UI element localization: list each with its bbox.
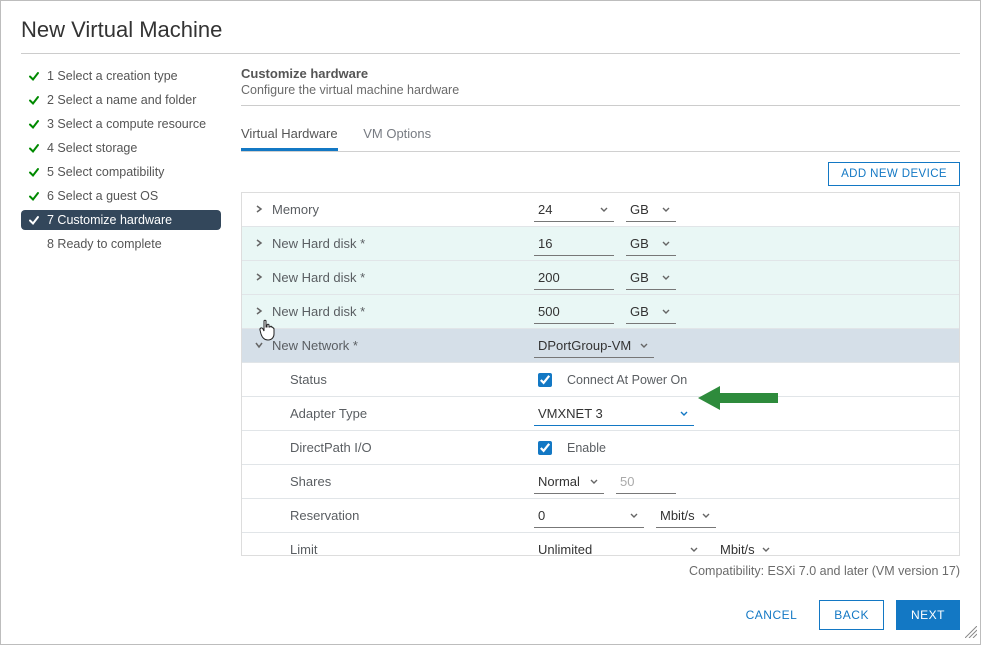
dialog-footer: CANCEL BACK NEXT xyxy=(21,600,960,630)
dialog-title: New Virtual Machine xyxy=(21,17,960,43)
step-compute-resource[interactable]: 3 Select a compute resource xyxy=(21,114,221,134)
network-label: New Network * xyxy=(272,338,358,353)
check-icon xyxy=(27,190,41,202)
step-guest-os[interactable]: 6 Select a guest OS xyxy=(21,186,221,206)
wizard-steps: 1 Select a creation type 2 Select a name… xyxy=(21,66,221,578)
check-icon xyxy=(27,94,41,106)
disk-size-input[interactable] xyxy=(534,300,614,324)
chevron-down-icon[interactable] xyxy=(254,340,266,352)
disk-unit-select[interactable] xyxy=(626,300,676,324)
hard-disk-row: New Hard disk * xyxy=(242,227,959,261)
directpath-checkbox[interactable] xyxy=(538,441,552,455)
panel-title: Customize hardware xyxy=(241,66,960,81)
disk-unit-select[interactable] xyxy=(626,266,676,290)
step-ready-complete[interactable]: 8 Ready to complete xyxy=(21,234,221,254)
check-icon xyxy=(27,70,41,82)
memory-row: Memory xyxy=(242,193,959,227)
main-panel: Customize hardware Configure the virtual… xyxy=(241,66,960,578)
tabs: Virtual Hardware VM Options xyxy=(241,118,960,152)
divider xyxy=(241,105,960,106)
connect-poweron-label: Connect At Power On xyxy=(567,373,687,387)
compatibility-text: Compatibility: ESXi 7.0 and later (VM ve… xyxy=(241,564,960,578)
chevron-right-icon[interactable] xyxy=(254,204,266,216)
panel-subtitle: Configure the virtual machine hardware xyxy=(241,83,960,97)
disk-size-input[interactable] xyxy=(534,266,614,290)
step-label: 6 Select a guest OS xyxy=(47,189,158,203)
limit-label: Limit xyxy=(290,542,317,556)
reservation-label: Reservation xyxy=(290,508,359,523)
tab-virtual-hardware[interactable]: Virtual Hardware xyxy=(241,118,338,151)
hard-disk-row: New Hard disk * xyxy=(242,261,959,295)
check-icon xyxy=(27,166,41,178)
memory-unit-select[interactable] xyxy=(626,198,676,222)
shares-level-input xyxy=(616,470,676,494)
reservation-input[interactable] xyxy=(534,504,644,528)
toolbar: ADD NEW DEVICE xyxy=(241,162,960,186)
disk-label: New Hard disk * xyxy=(272,236,365,251)
shares-row: Shares xyxy=(242,465,959,499)
step-label: 5 Select compatibility xyxy=(47,165,164,179)
reservation-row: Reservation xyxy=(242,499,959,533)
limit-input[interactable] xyxy=(534,538,704,557)
check-icon xyxy=(27,118,41,130)
reservation-unit-select[interactable] xyxy=(656,504,716,528)
chevron-right-icon[interactable] xyxy=(254,272,266,284)
step-label: 1 Select a creation type xyxy=(47,69,178,83)
step-label: 4 Select storage xyxy=(47,141,137,155)
step-label: 8 Ready to complete xyxy=(47,237,162,251)
status-label: Status xyxy=(290,372,327,387)
tab-vm-options[interactable]: VM Options xyxy=(363,118,431,151)
directpath-row: DirectPath I/O Enable xyxy=(242,431,959,465)
step-label: 7 Customize hardware xyxy=(47,213,172,227)
adapter-type-label: Adapter Type xyxy=(290,406,367,421)
check-icon xyxy=(27,214,41,226)
directpath-label: DirectPath I/O xyxy=(290,440,372,455)
adapter-type-row: Adapter Type xyxy=(242,397,959,431)
hard-disk-row: New Hard disk * xyxy=(242,295,959,329)
adapter-type-select[interactable] xyxy=(534,402,694,426)
back-button[interactable]: BACK xyxy=(819,600,884,630)
shares-select[interactable] xyxy=(534,470,604,494)
cancel-button[interactable]: CANCEL xyxy=(736,600,808,630)
disk-unit-select[interactable] xyxy=(626,232,676,256)
resize-handle-icon[interactable] xyxy=(965,626,977,641)
panel-header: Customize hardware Configure the virtual… xyxy=(241,66,960,106)
add-new-device-button[interactable]: ADD NEW DEVICE xyxy=(828,162,960,186)
step-storage[interactable]: 4 Select storage xyxy=(21,138,221,158)
directpath-enable-label: Enable xyxy=(567,441,606,455)
limit-unit-select[interactable] xyxy=(716,538,776,557)
memory-value-input[interactable] xyxy=(534,198,614,222)
disk-label: New Hard disk * xyxy=(272,270,365,285)
chevron-right-icon[interactable] xyxy=(254,238,266,250)
chevron-right-icon[interactable] xyxy=(254,306,266,318)
memory-label: Memory xyxy=(272,202,319,217)
next-button[interactable]: NEXT xyxy=(896,600,960,630)
network-portgroup-select[interactable] xyxy=(534,334,654,358)
step-creation-type[interactable]: 1 Select a creation type xyxy=(21,66,221,86)
connect-poweron-checkbox[interactable] xyxy=(538,373,552,387)
network-row: New Network * xyxy=(242,329,959,363)
limit-row: Limit xyxy=(242,533,959,556)
new-vm-dialog: New Virtual Machine 1 Select a creation … xyxy=(0,0,981,645)
check-icon xyxy=(27,142,41,154)
step-label: 2 Select a name and folder xyxy=(47,93,196,107)
step-label: 3 Select a compute resource xyxy=(47,117,206,131)
step-customize-hardware[interactable]: 7 Customize hardware xyxy=(21,210,221,230)
disk-label: New Hard disk * xyxy=(272,304,365,319)
disk-size-input[interactable] xyxy=(534,232,614,256)
network-status-row: Status Connect At Power On xyxy=(242,363,959,397)
shares-label: Shares xyxy=(290,474,331,489)
step-compatibility[interactable]: 5 Select compatibility xyxy=(21,162,221,182)
hardware-grid[interactable]: Memory New Hard disk * New Hard disk * xyxy=(241,192,960,556)
dialog-body: 1 Select a creation type 2 Select a name… xyxy=(21,54,960,578)
step-name-folder[interactable]: 2 Select a name and folder xyxy=(21,90,221,110)
